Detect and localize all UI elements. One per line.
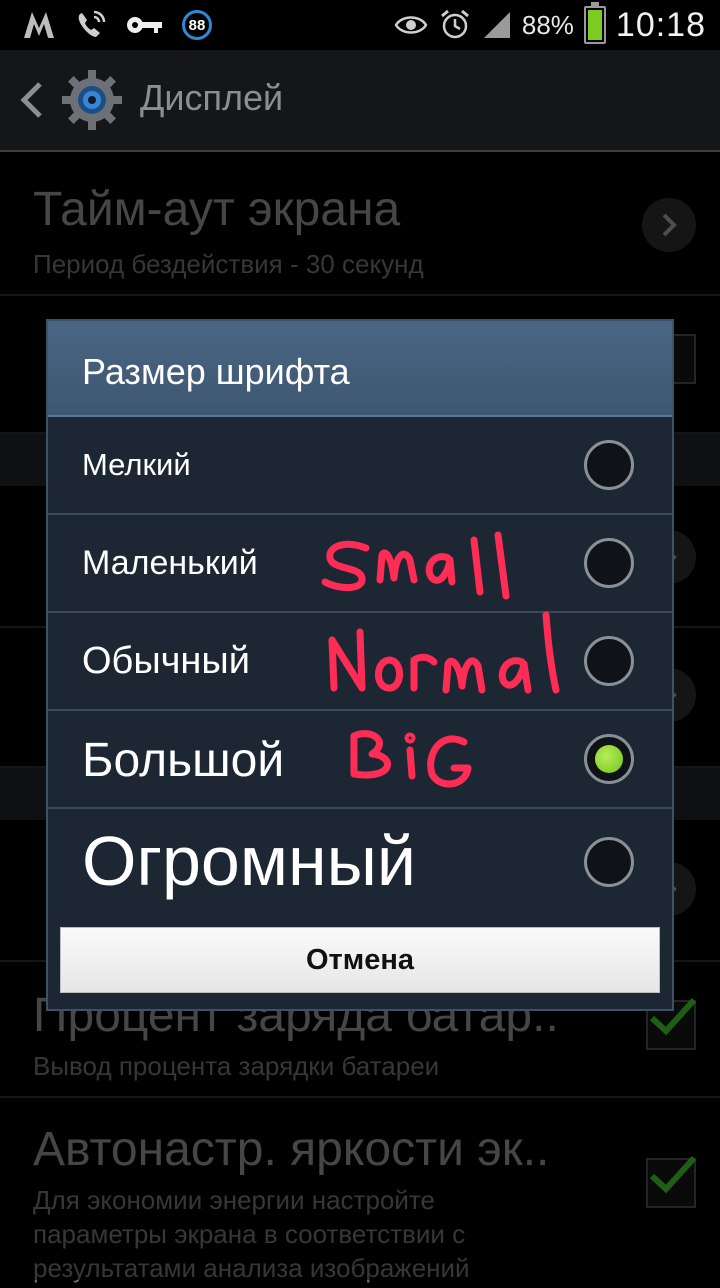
option-normal[interactable]: Обычный bbox=[48, 613, 672, 711]
status-bar: 88 88% 10:18 bbox=[0, 0, 720, 50]
key-icon bbox=[127, 17, 162, 33]
option-label: Обычный bbox=[82, 640, 250, 682]
radio-button[interactable] bbox=[584, 837, 634, 887]
alarm-icon bbox=[440, 9, 469, 39]
radio-button-selected[interactable] bbox=[584, 734, 634, 784]
dialog-header: Размер шрифта bbox=[48, 321, 672, 417]
option-tiny[interactable]: Мелкий bbox=[48, 417, 672, 515]
font-size-dialog: Размер шрифта Мелкий Маленький Обычный Б… bbox=[46, 319, 674, 1011]
dialog-title: Размер шрифта bbox=[82, 351, 350, 392]
dialog-footer: Отмена bbox=[48, 915, 672, 1009]
option-label: Огромный bbox=[82, 822, 417, 900]
option-small[interactable]: Маленький bbox=[48, 515, 672, 613]
m-logo-icon bbox=[24, 12, 54, 38]
clock: 10:18 bbox=[615, 5, 706, 44]
radio-button[interactable] bbox=[584, 538, 634, 588]
radio-selected-dot bbox=[595, 745, 623, 773]
option-huge[interactable]: Огромный bbox=[48, 809, 672, 913]
settings-gear-icon bbox=[62, 70, 122, 130]
phone-wifi-icon bbox=[78, 10, 106, 37]
battery-saver-badge-icon: 88 bbox=[182, 10, 212, 40]
battery-level-fill bbox=[587, 10, 602, 40]
option-label: Маленький bbox=[82, 544, 258, 582]
option-big[interactable]: Большой bbox=[48, 711, 672, 809]
battery-percent-text: 88% bbox=[521, 9, 574, 40]
signal-icon bbox=[483, 12, 510, 38]
radio-button[interactable] bbox=[584, 440, 634, 490]
battery-icon bbox=[583, 2, 606, 44]
option-label: Мелкий bbox=[82, 447, 191, 482]
eye-icon bbox=[394, 16, 428, 34]
action-bar: Дисплей bbox=[0, 50, 720, 152]
page-title: Дисплей bbox=[140, 77, 284, 118]
cancel-button[interactable]: Отмена bbox=[60, 927, 660, 993]
option-label: Большой bbox=[82, 734, 285, 787]
back-chevron-icon[interactable] bbox=[16, 80, 46, 120]
radio-button[interactable] bbox=[584, 636, 634, 686]
